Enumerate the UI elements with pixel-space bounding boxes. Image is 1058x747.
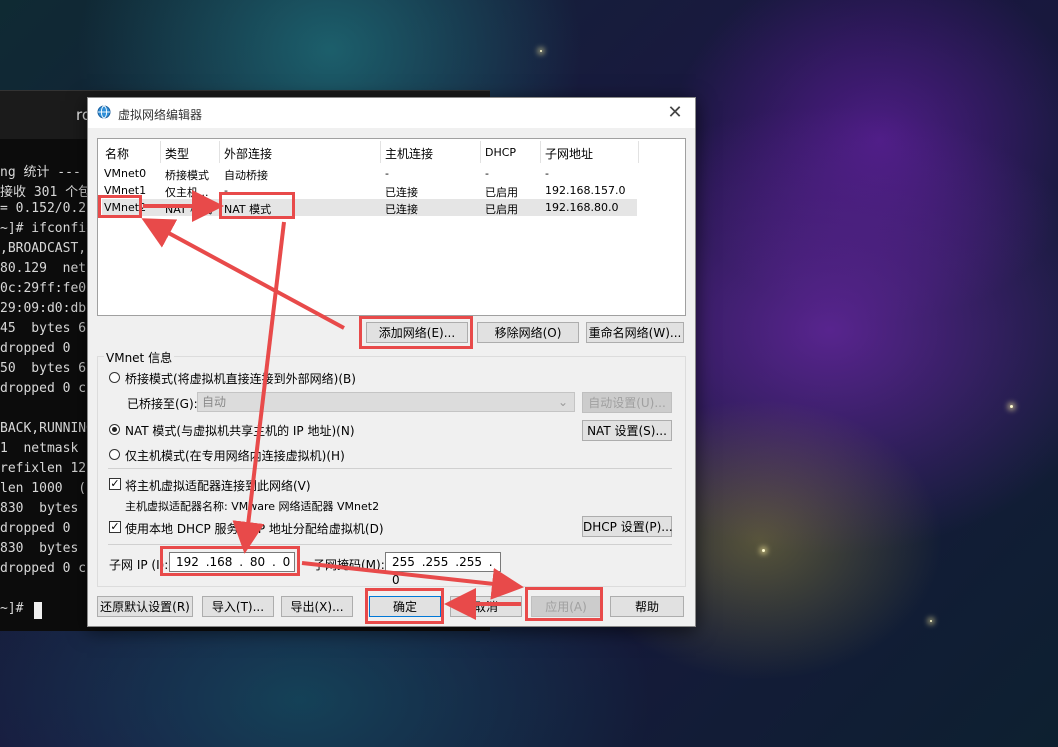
arrow-to-apply — [301, 561, 524, 600]
arrow-to-vmnet2 — [141, 218, 345, 330]
annotation-arrows — [141, 190, 524, 620]
arrow-to-subnet-ip — [232, 221, 286, 554]
